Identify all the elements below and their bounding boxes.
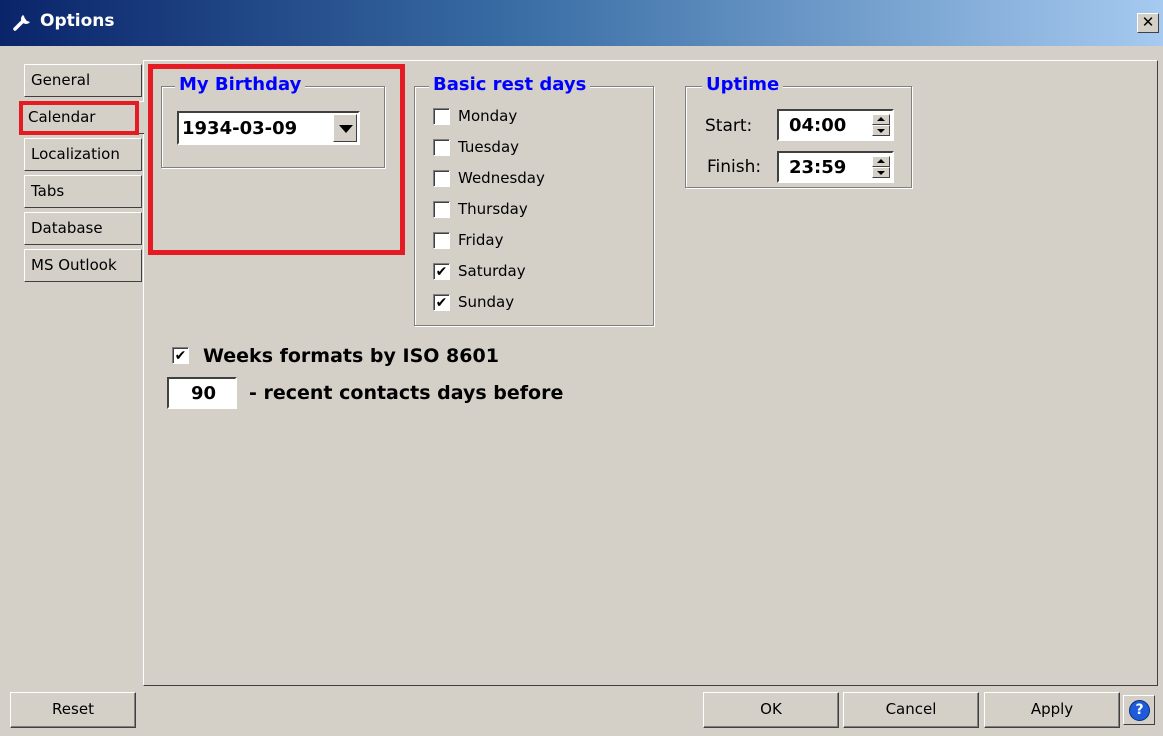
rest-day-checkbox-thursday[interactable]: Thursday xyxy=(433,199,633,221)
window-title: Options xyxy=(40,11,115,31)
finish-time-value: 23:59 xyxy=(789,157,847,178)
title-bar: Options ✕ xyxy=(0,0,1163,46)
close-icon: ✕ xyxy=(1141,13,1155,31)
finish-label: Finish: xyxy=(707,157,762,177)
checkbox-icon xyxy=(433,232,450,249)
cancel-button[interactable]: Cancel xyxy=(843,692,979,728)
rest-day-label: Saturday xyxy=(458,262,526,280)
rest-day-checkbox-tuesday[interactable]: Tuesday xyxy=(433,137,633,159)
rest-day-label: Sunday xyxy=(458,293,515,311)
rest-day-checkbox-monday[interactable]: Monday xyxy=(433,106,633,128)
rest-day-label: Thursday xyxy=(458,200,528,218)
rest-day-checkbox-friday[interactable]: Friday xyxy=(433,230,633,252)
checkbox-icon: ✔ xyxy=(172,347,189,364)
tab-tabs[interactable]: Tabs xyxy=(24,175,142,208)
checkbox-icon: ✔ xyxy=(433,263,450,280)
checkbox-icon xyxy=(433,201,450,218)
ok-button[interactable]: OK xyxy=(703,692,839,728)
spin-icon[interactable] xyxy=(872,156,890,178)
rest-day-checkbox-saturday[interactable]: ✔ Saturday xyxy=(433,261,633,283)
birthday-legend: My Birthday xyxy=(175,74,306,95)
birthday-date-picker[interactable]: 1934-03-09 xyxy=(177,111,360,145)
close-button[interactable]: ✕ xyxy=(1137,13,1159,33)
checkbox-icon xyxy=(433,170,450,187)
tab-label: General xyxy=(31,71,91,89)
rest-day-label: Friday xyxy=(458,231,504,249)
checkbox-icon xyxy=(433,108,450,125)
spin-icon[interactable] xyxy=(872,114,890,136)
tab-general[interactable]: General xyxy=(24,64,142,97)
dropdown-arrow-icon[interactable] xyxy=(333,114,357,142)
tab-label: Database xyxy=(31,219,103,237)
tab-localization[interactable]: Localization xyxy=(24,138,142,171)
rest-day-checkbox-sunday[interactable]: ✔ Sunday xyxy=(433,292,633,314)
tab-database[interactable]: Database xyxy=(24,212,142,245)
birthday-value: 1934-03-09 xyxy=(182,118,298,139)
rest-day-label: Monday xyxy=(458,107,518,125)
annotation-highlight xyxy=(19,101,139,135)
start-time-value: 04:00 xyxy=(789,115,847,136)
reset-button[interactable]: Reset xyxy=(10,692,136,728)
rest-day-label: Tuesday xyxy=(458,138,520,156)
finish-time-input[interactable]: 23:59 xyxy=(777,151,894,183)
tab-label: Tabs xyxy=(31,182,65,200)
wrench-icon xyxy=(13,15,30,31)
help-icon: ? xyxy=(1129,700,1150,721)
start-time-input[interactable]: 04:00 xyxy=(777,109,894,141)
checkbox-icon xyxy=(433,139,450,156)
rest-day-checkbox-wednesday[interactable]: Wednesday xyxy=(433,168,633,190)
apply-button[interactable]: Apply xyxy=(984,692,1120,728)
rest-days-legend: Basic rest days xyxy=(429,74,591,95)
start-label: Start: xyxy=(705,116,753,136)
help-button[interactable]: ? xyxy=(1123,695,1155,725)
uptime-legend: Uptime xyxy=(702,74,784,95)
recent-days-input[interactable]: 90 xyxy=(167,377,237,409)
iso-weeks-label: Weeks formats by ISO 8601 xyxy=(203,345,499,367)
checkbox-icon: ✔ xyxy=(433,294,450,311)
tab-ms-outlook[interactable]: MS Outlook xyxy=(24,249,142,282)
rest-day-label: Wednesday xyxy=(458,169,545,187)
tab-label: MS Outlook xyxy=(31,256,117,274)
recent-days-label: - recent contacts days before xyxy=(249,382,564,404)
iso-weeks-checkbox[interactable]: ✔ Weeks formats by ISO 8601 xyxy=(172,345,572,367)
tab-label: Localization xyxy=(31,145,120,163)
